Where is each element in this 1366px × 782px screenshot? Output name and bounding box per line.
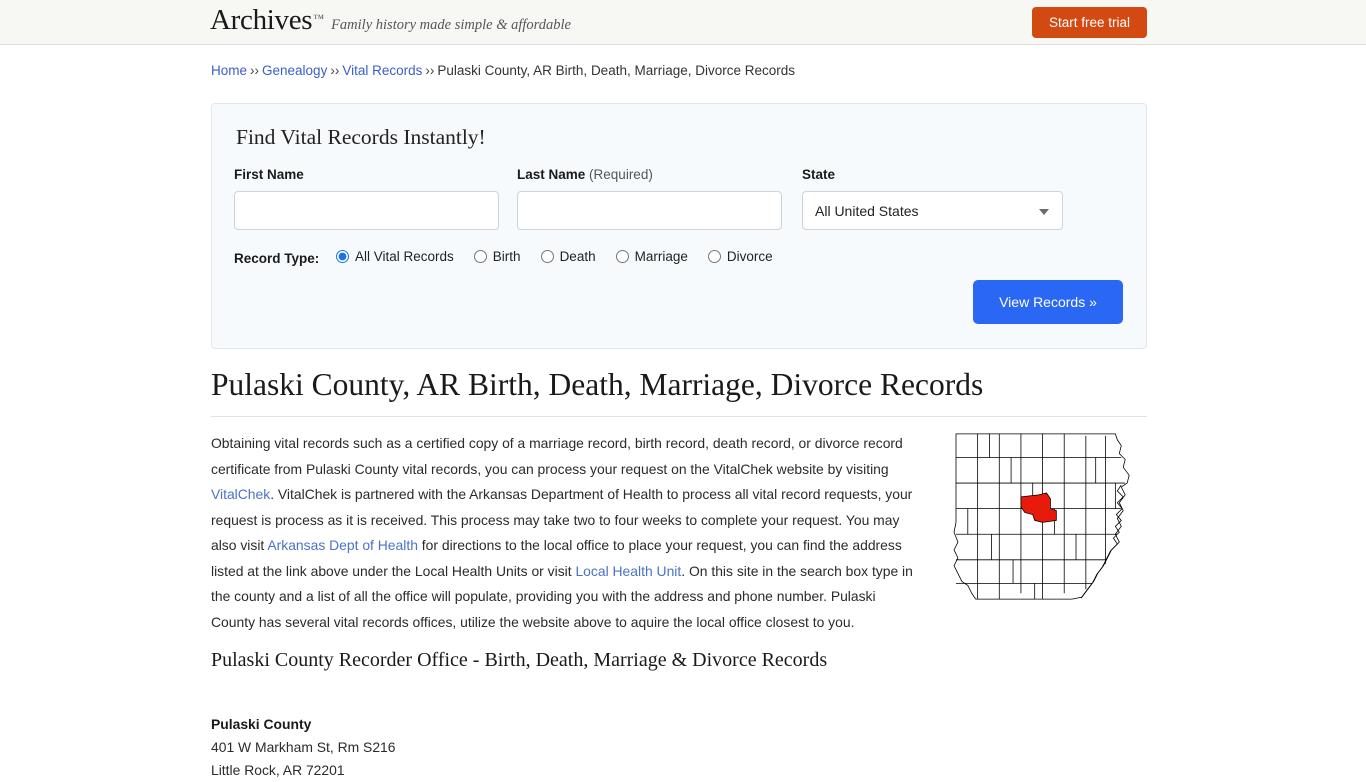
last-name-input[interactable] [517,191,782,230]
search-panel-title: Find Vital Records Instantly! [236,125,486,149]
section-heading-recorder-office: Pulaski County Recorder Office - Birth, … [211,649,828,671]
radio-label-birth[interactable]: Birth [493,249,521,264]
site-header: Archives ™ Family history made simple & a… [0,0,1366,45]
state-label: State [802,167,836,182]
breadcrumb-item-vital-records[interactable]: Vital Records [342,63,422,78]
view-records-button[interactable]: View Records » [973,280,1123,324]
radio-label-death[interactable]: Death [560,249,596,264]
radio-label-all-vital-records[interactable]: All Vital Records [355,249,454,264]
state-select[interactable]: All United States [802,191,1063,230]
radio-label-divorce[interactable]: Divorce [727,249,773,264]
record-type-label: Record Type: [234,251,320,266]
radio-input-birth[interactable] [473,250,487,263]
trademark-icon: ™ [313,13,325,25]
brand-tagline: Family history made simple & affordable [331,17,571,33]
office-name: Pulaski County [211,716,312,732]
breadcrumb-item-genealogy[interactable]: Genealogy [262,63,327,78]
breadcrumb-separator: ›› [330,63,340,78]
chevron-down-icon [1039,209,1049,215]
radio-input-divorce[interactable] [707,250,721,263]
breadcrumb-separator: ›› [425,63,435,78]
breadcrumb-item-home[interactable]: Home [211,63,247,78]
radio-input-marriage[interactable] [615,250,629,263]
office-city-state-zip: Little Rock, AR 72201 [211,762,345,778]
start-free-trial-button[interactable]: Start free trial [1032,7,1147,38]
office-address-block: Pulaski County 401 W Markham St, Rm S216… [211,713,396,782]
arkansas-county-map-image [948,426,1145,608]
article-paragraph: Obtaining vital records such as a certif… [211,431,923,635]
breadcrumb-item-current: Pulaski County, AR Birth, Death, Marriag… [437,63,796,78]
office-street: 401 W Markham St, Rm S216 [211,739,396,755]
paragraph-text-1: Obtaining vital records such as a certif… [211,435,903,477]
local-health-unit-link[interactable]: Local Health Unit [575,563,681,579]
breadcrumb: Home ›› Genealogy ›› Vital Records ›› Pulaski … [211,63,795,78]
state-select-value: All United States [815,203,919,219]
last-name-required-note: (Required) [589,167,653,182]
record-type-radio-group: All Vital Records Birth Death Marriage D… [336,249,793,264]
radio-all-vital-records[interactable]: All Vital Records [336,249,454,264]
vitalchek-link[interactable]: VitalChek [211,486,270,502]
radio-input-death[interactable] [540,250,554,263]
radio-divorce[interactable]: Divorce [707,249,773,264]
first-name-label: First Name [234,167,304,182]
radio-label-marriage[interactable]: Marriage [635,249,688,264]
arkansas-dept-of-health-link[interactable]: Arkansas Dept of Health [267,537,418,553]
first-name-input[interactable] [234,191,499,230]
radio-input-all-vital-records[interactable] [336,250,349,263]
brand-name: Archives [210,4,313,36]
page-title: Pulaski County, AR Birth, Death, Marriag… [211,367,1147,417]
radio-death[interactable]: Death [540,249,596,264]
last-name-label: Last Name (Required) [517,167,653,182]
radio-birth[interactable]: Birth [473,249,521,264]
radio-marriage[interactable]: Marriage [615,249,688,264]
breadcrumb-separator: ›› [250,63,260,78]
brand-logo[interactable]: Archives ™ Family history made simple & a… [210,6,571,35]
